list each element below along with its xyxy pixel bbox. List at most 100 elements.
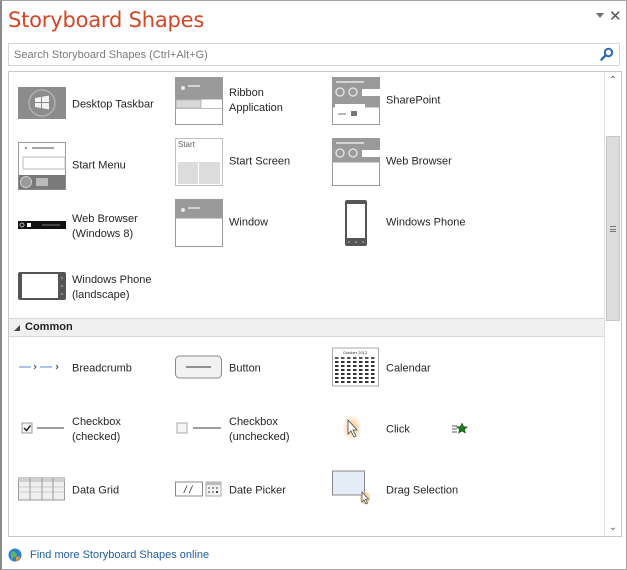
scrollbar-grip-icon <box>610 225 616 232</box>
calendar-day-cell <box>371 357 375 359</box>
shape-label: Windows Phone (landscape) <box>72 274 152 301</box>
shape-button[interactable]: Button <box>175 345 325 393</box>
windows-phone-icon <box>345 200 367 246</box>
find-more-link-text[interactable]: Find more Storyboard Shapes online <box>30 549 209 561</box>
calendar-day-cell <box>335 365 339 367</box>
storyboard-shapes-pane: Storyboard Shapes ✕ Desktop Taskbar <box>0 0 627 570</box>
shape-label: Checkbox (unchecked) <box>229 416 290 443</box>
shape-label: Button <box>229 362 261 375</box>
shape-ribbon-application[interactable]: Ribbon Application <box>175 77 325 125</box>
scrollbar-thumb[interactable] <box>606 136 620 321</box>
calendar-day-cell <box>359 381 363 383</box>
shape-start-menu[interactable]: Start Menu <box>18 142 168 190</box>
calendar-day-cell <box>335 369 339 371</box>
calendar-day-cell <box>353 377 357 379</box>
calendar-day-cell <box>365 373 369 375</box>
calendar-day-cell <box>359 365 363 367</box>
calendar-day-cell <box>353 381 357 383</box>
shape-label: Web Browser <box>386 155 452 168</box>
shape-label: Date Picker <box>229 484 286 497</box>
shape-data-grid[interactable]: Data Grid <box>18 467 168 515</box>
windows-phone-landscape-icon <box>18 272 66 300</box>
checkbox-checked-icon <box>21 422 64 434</box>
vertical-scrollbar[interactable]: ⌃ ⌄ <box>604 72 621 536</box>
shapes-list: Desktop Taskbar Ribbon Application Share… <box>8 71 622 537</box>
calendar-day-cell <box>335 361 339 363</box>
calendar-day-cell <box>347 361 351 363</box>
calendar-day-cell <box>341 361 345 363</box>
calendar-day-cell <box>371 377 375 379</box>
drag-selection-icon <box>332 470 370 505</box>
shape-windows-phone-landscape[interactable]: Windows Phone (landscape) <box>18 264 168 312</box>
start-menu-icon <box>18 142 66 190</box>
shape-label: SharePoint <box>386 94 441 107</box>
animation-star-icon <box>452 422 468 434</box>
calendar-day-cell <box>341 373 345 375</box>
calendar-day-cell <box>371 373 375 375</box>
click-icon <box>342 415 362 441</box>
shape-drag-selection[interactable]: Drag Selection <box>332 467 532 515</box>
calendar-day-cell <box>371 361 375 363</box>
shape-label: Drag Selection <box>386 484 459 497</box>
shape-checkbox-checked[interactable]: Checkbox (checked) <box>18 406 168 454</box>
calendar-day-cell <box>371 369 375 371</box>
sharepoint-icon <box>332 77 380 125</box>
shape-click[interactable]: Click <box>332 406 532 454</box>
shape-breadcrumb[interactable]: Breadcrumb <box>18 345 168 393</box>
shape-label: Checkbox (checked) <box>72 416 121 443</box>
shape-label: Window <box>229 216 269 229</box>
shape-web-browser[interactable]: Web Browser <box>332 138 532 186</box>
calendar-day-cell <box>335 381 339 383</box>
shape-window[interactable]: Window <box>175 199 325 247</box>
shape-windows-phone[interactable]: Windows Phone <box>332 199 532 247</box>
calendar-day-cell <box>341 357 345 359</box>
shape-date-picker[interactable]: / / Date Picker <box>175 467 325 515</box>
calendar-day-cell <box>335 377 339 379</box>
group-header-common[interactable]: Common <box>9 318 605 337</box>
svg-text:Start: Start <box>178 140 196 149</box>
web-browser-windows8-icon <box>18 221 66 229</box>
calendar-day-cell <box>359 369 363 371</box>
calendar-day-cell <box>353 365 357 367</box>
shape-start-screen[interactable]: Start Start Screen <box>175 138 325 186</box>
calendar-day-cell <box>359 361 363 363</box>
shape-label: Breadcrumb <box>72 362 132 375</box>
calendar-day-cell <box>365 365 369 367</box>
pane-title: Storyboard Shapes <box>8 8 205 32</box>
calendar-day-cell <box>347 369 351 371</box>
shape-label: Calendar <box>386 362 431 375</box>
shape-checkbox-unchecked[interactable]: Checkbox (unchecked) <box>175 406 325 454</box>
calendar-day-cell <box>341 365 345 367</box>
shape-calendar[interactable]: October 2013 Calendar <box>332 345 532 393</box>
calendar-day-cell <box>353 369 357 371</box>
calendar-day-cell <box>365 381 369 383</box>
search-input[interactable] <box>9 44 589 65</box>
calendar-day-cell <box>359 357 363 359</box>
scroll-up-arrow-icon[interactable]: ⌃ <box>605 72 621 89</box>
calendar-day-cell <box>365 369 369 371</box>
collapse-triangle-icon <box>14 325 20 331</box>
calendar-day-cell <box>359 373 363 375</box>
web-browser-icon <box>332 138 380 186</box>
desktop-taskbar-icon <box>18 87 66 119</box>
svg-text:/ /: / / <box>183 485 194 496</box>
pane-menu-dropdown-icon[interactable] <box>596 13 604 18</box>
shape-desktop-taskbar[interactable]: Desktop Taskbar <box>18 81 168 129</box>
close-icon[interactable]: ✕ <box>609 7 622 25</box>
shape-label: Click <box>386 423 410 436</box>
calendar-icon: October 2013 <box>332 347 379 387</box>
shape-web-browser-windows8[interactable]: Web Browser (Windows 8) <box>18 203 168 251</box>
start-screen-icon: Start <box>175 138 223 186</box>
data-grid-icon <box>18 477 65 501</box>
search-icon[interactable] <box>600 47 614 61</box>
calendar-day-cell <box>371 381 375 383</box>
calendar-day-cell <box>335 357 339 359</box>
calendar-day-cell <box>335 373 339 375</box>
button-icon <box>175 355 222 379</box>
calendar-day-cell <box>353 357 357 359</box>
shape-sharepoint[interactable]: SharePoint <box>332 77 532 125</box>
calendar-day-cell <box>365 377 369 379</box>
scroll-down-arrow-icon[interactable]: ⌄ <box>605 519 621 536</box>
shape-label: Windows Phone <box>386 216 466 229</box>
shape-label: Ribbon Application <box>229 87 283 114</box>
